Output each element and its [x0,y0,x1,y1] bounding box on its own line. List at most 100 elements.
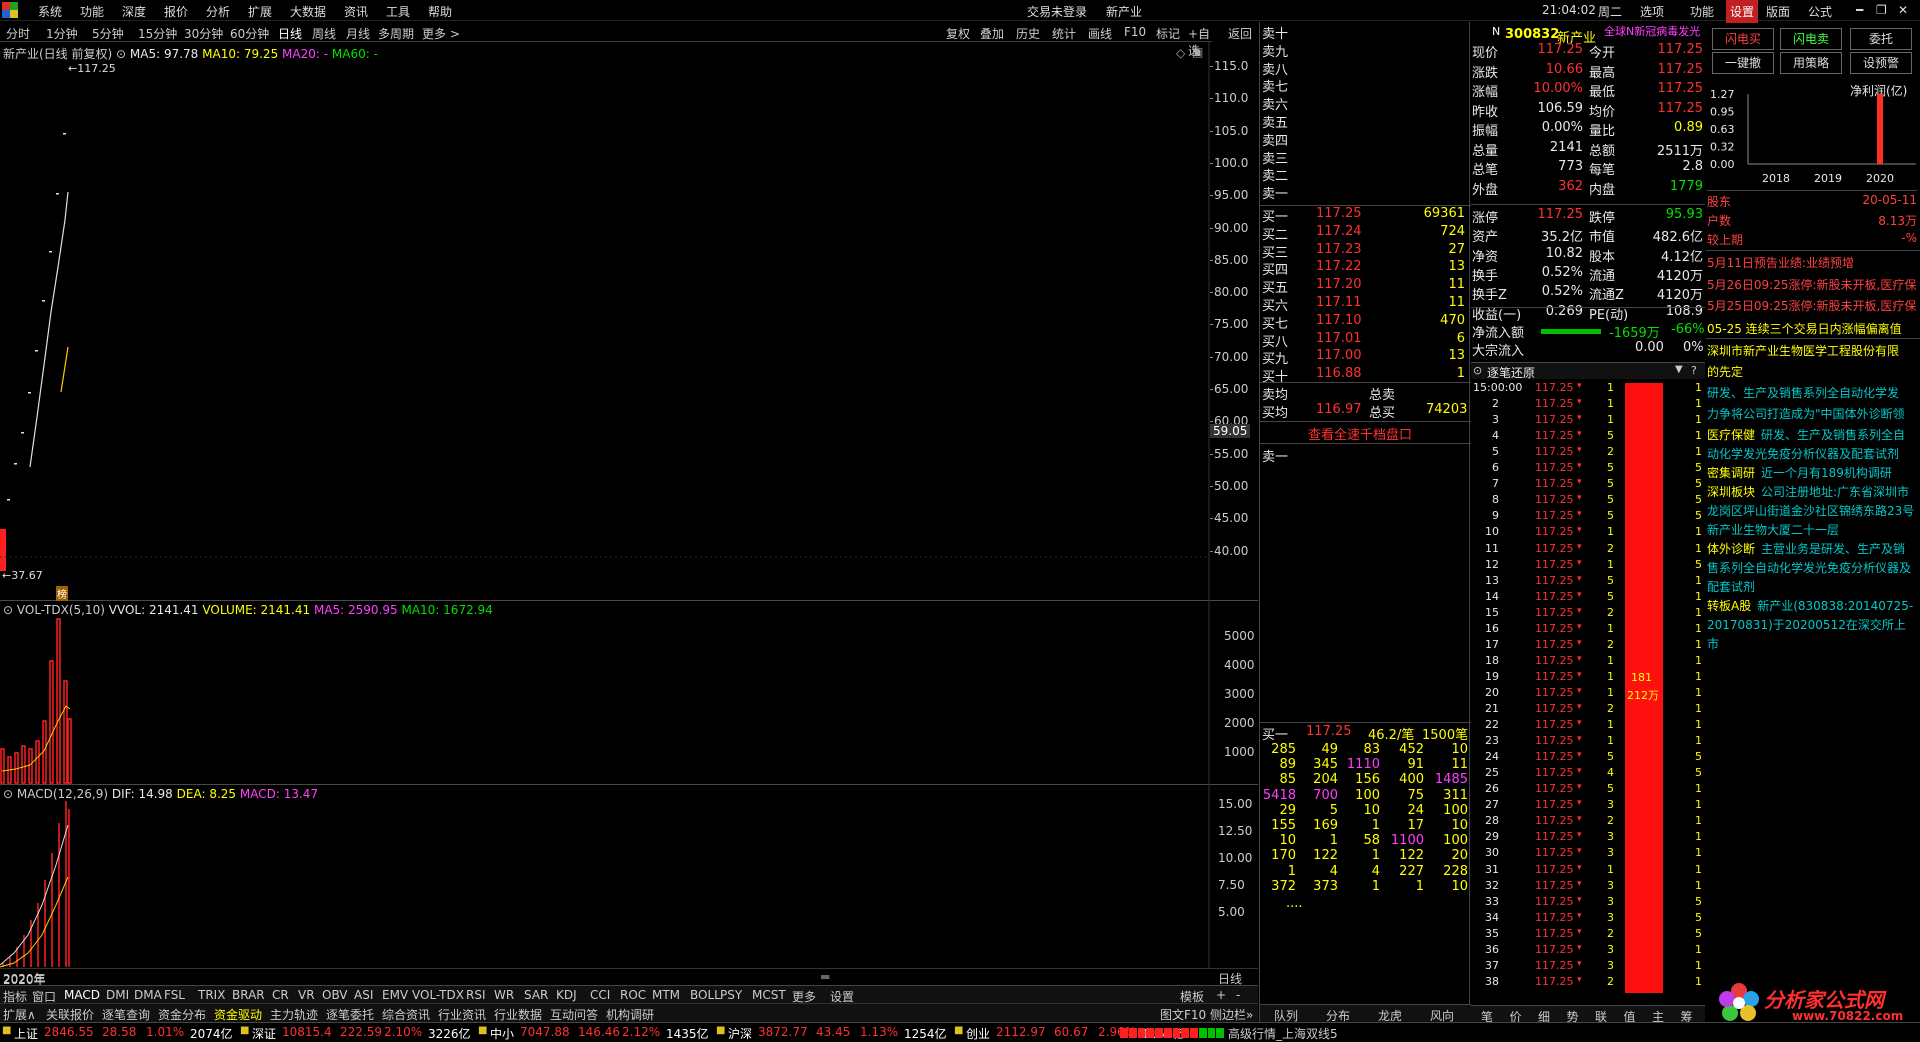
buy-level-price[interactable]: 117.23 [1316,242,1362,257]
period-daily[interactable]: 日线 [278,25,302,42]
indicator-tab[interactable]: FSL [164,988,185,1002]
tool-back[interactable]: 返回 [1228,25,1252,42]
indicator-tab[interactable]: EMV [382,988,408,1002]
buy-level-price[interactable]: 117.25 [1316,206,1362,221]
menu-extend[interactable]: 扩展 [248,3,272,20]
close-icon[interactable]: ✕ [1898,3,1908,17]
buy-level-price[interactable]: 117.00 [1316,348,1362,363]
kline-panel[interactable]: 新产业(日线 前复权) ⊙ MA5: 97.78 MA10: 79.25 MA2… [0,42,1258,601]
full-depth-link[interactable]: 查看全速千档盘口 [1308,424,1412,443]
period-1min[interactable]: 1分钟 [46,25,78,42]
restore-icon[interactable]: ❐ [1876,3,1887,17]
index-name[interactable]: 创业 [966,1025,990,1042]
flash-sell-button[interactable]: 闪电卖 [1780,28,1842,50]
menu-settings[interactable]: 设置 [1726,0,1759,23]
tool-draw[interactable]: 画线 [1088,25,1112,42]
menu-analysis[interactable]: 分析 [206,3,230,20]
tool-overlay[interactable]: 叠加 [980,25,1004,42]
indicator-tab[interactable]: SAR [524,988,548,1002]
company-fullname[interactable]: 深圳市新产业生物医学工程股份有限 [1707,342,1917,359]
flash-buy-button[interactable]: 闪电买 [1712,28,1774,50]
menu-bigdata[interactable]: 大数据 [290,3,326,20]
indicator-tab[interactable]: VR [298,988,315,1002]
news-item[interactable]: 5月11日预告业绩:业绩预增 [1707,254,1917,271]
f10-concept-item[interactable]: 医疗保健 研发、生产及销售系列全自动化学发光免疫分析仪器及配套试剂 [1707,426,1917,464]
function-tab[interactable]: 互动问答 [550,1006,598,1023]
menu-news[interactable]: 资讯 [344,3,368,20]
indicator-tab[interactable]: CR [272,988,289,1002]
f10-concept-item[interactable]: 深圳板块 公司注册地址:广东省深圳市龙岗区坪山街道金沙社区锦绣东路23号新产业生物… [1707,483,1917,540]
period-multi[interactable]: 多周期 [378,25,414,42]
indicator-tab[interactable]: KDJ [556,988,577,1002]
indicator-tab[interactable]: RSI [466,988,486,1002]
tool-adjust[interactable]: 复权 [946,25,970,42]
buy-level-price[interactable]: 117.24 [1316,224,1362,239]
period-30min[interactable]: 30分钟 [184,25,223,42]
set-alert-button[interactable]: 设预警 [1850,52,1912,74]
function-tab[interactable]: 资金分布 [158,1006,206,1023]
function-tab[interactable]: 行业资讯 [438,1006,486,1023]
news-item[interactable]: 5月26日09:25涨停:新股未开板,医疗保 [1707,276,1917,293]
news-item[interactable]: 5月25日09:25涨停:新股未开板,医疗保 [1707,297,1917,314]
menu-formula[interactable]: 公式 [1808,3,1832,20]
buy-level-price[interactable]: 117.22 [1316,259,1362,274]
scroll-handle-icon[interactable]: ▬ [820,970,830,983]
menu-function[interactable]: 功能 [80,3,104,20]
function-tab[interactable]: 主力轨迹 [270,1006,318,1023]
tick-help-icon[interactable]: ? [1691,364,1697,377]
f10-concept-item[interactable]: 转板A股 新产业(830838:20140725-20170831)于202005… [1707,597,1917,654]
order-button[interactable]: 委托 [1850,28,1912,50]
indicator-tab[interactable]: BRAR [232,988,265,1002]
indicator-tab[interactable]: CCI [590,988,610,1002]
ranking-badge[interactable]: 榜 [56,586,68,601]
buy-level-price[interactable]: 117.01 [1316,331,1362,346]
strategy-button[interactable]: 用策略 [1780,52,1842,74]
f10-concept-item[interactable]: 密集调研 近一个月有189机构调研 [1707,464,1917,483]
menu-help[interactable]: 帮助 [428,3,452,20]
function-tab[interactable]: 逐笔查询 [102,1006,150,1023]
menu-quote[interactable]: 报价 [164,3,188,20]
cancel-all-button[interactable]: 一键撤 [1712,52,1774,74]
indicator-tab[interactable]: OBV [322,988,348,1002]
tool-mark[interactable]: 标记 [1156,25,1180,42]
macd-panel[interactable]: ⊙ MACD(12,26,9) DIF: 14.98 DEA: 8.25 MAC… [0,785,1258,987]
index-name[interactable]: 深证 [252,1025,276,1042]
index-name[interactable]: 沪深 [728,1025,752,1042]
menu-depth[interactable]: 深度 [122,3,146,20]
function-tab[interactable]: 综合资讯 [382,1006,430,1023]
news-ticker[interactable]: 全球N新冠病毒发光 [1604,23,1708,39]
function-tab[interactable]: 逐笔委托 [326,1006,374,1023]
tool-f10[interactable]: F10 [1124,25,1146,39]
buy-level-price[interactable]: 116.88 [1316,366,1362,381]
indicator-tab[interactable]: DMA [134,988,162,1002]
indicator-tab[interactable]: ASI [354,988,373,1002]
menu-system[interactable]: 系统 [38,3,62,20]
feed-status[interactable]: 高级行情_上海双线5 [1228,1025,1338,1042]
period-more[interactable]: 更多 > [422,25,460,42]
volume-panel[interactable]: ⊙ VOL-TDX(5,10) VVOL: 2141.41 VOLUME: 21… [0,601,1258,785]
menu-layout[interactable]: 版面 [1766,3,1790,20]
indicator-tab[interactable]: MTM [652,988,680,1002]
tool-stats[interactable]: 统计 [1052,25,1076,42]
function-tab[interactable]: 扩展∧ [3,1006,36,1023]
indicator-tab[interactable]: DMI [106,988,129,1002]
menu-function-right[interactable]: 功能 [1690,3,1714,20]
indicator-tab[interactable]: BOLL [690,988,721,1002]
function-tab[interactable]: 行业数据 [494,1006,542,1023]
buy-level-price[interactable]: 117.11 [1316,295,1362,310]
index-name[interactable]: 中小 [490,1025,514,1042]
buy-level-price[interactable]: 117.20 [1316,277,1362,292]
index-name[interactable]: 上证 [14,1025,38,1042]
menu-tools[interactable]: 工具 [386,3,410,20]
indicator-tab[interactable]: MCST [752,988,786,1002]
function-tab[interactable]: 资金驱动 [214,1006,262,1023]
f10-concept-item[interactable]: 体外诊断 主营业务是研发、生产及销售系列全自动化学发光免疫分析仪器及配套试剂 [1707,540,1917,597]
period-5min[interactable]: 5分钟 [92,25,124,42]
tick-filter-icon[interactable]: ▼ [1675,364,1683,375]
remove-indicator-icon[interactable]: - [1236,988,1240,1002]
indicator-tab[interactable]: VOL-TDX [412,988,464,1002]
indicator-tab[interactable]: PSY [720,988,742,1002]
add-indicator-icon[interactable]: + [1216,988,1226,1002]
indicator-tab[interactable]: ROC [620,988,646,1002]
tick-collapse-icon[interactable]: ⊙ [1473,364,1482,377]
